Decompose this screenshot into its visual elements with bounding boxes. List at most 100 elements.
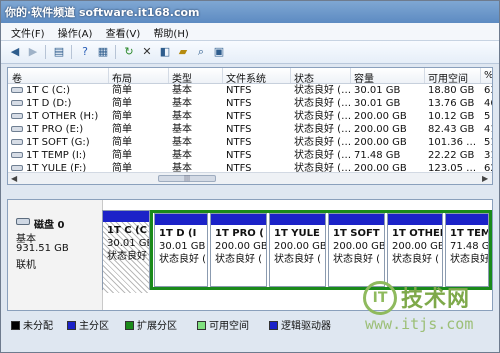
legend-primary: 主分区 <box>67 317 109 332</box>
table-row[interactable]: 1T YULE (F:) 简单 基本 NTFS 状态良好 (… 200.00 G… <box>8 162 492 172</box>
toolbar-separator <box>115 45 116 59</box>
table-row[interactable]: 1T TEMP (I:) 简单 基本 NTFS 状态良好 (… 71.48 GB… <box>8 149 492 162</box>
menu-action[interactable]: 操作(A) <box>58 25 93 40</box>
col-percent[interactable]: % <box>484 70 492 81</box>
swatch-icon <box>67 321 76 330</box>
column-divider[interactable] <box>350 68 351 83</box>
scrollbar-thumb[interactable]: ||| <box>158 175 216 182</box>
partition-label: 1T C (C <box>107 225 147 236</box>
legend-label: 主分区 <box>79 321 109 332</box>
partition-label: 1T D (I <box>159 228 197 239</box>
scroll-left-icon[interactable]: ◀ <box>11 174 17 183</box>
cell-type: 基本 <box>172 98 192 109</box>
help-icon[interactable]: ? <box>77 44 93 59</box>
partition-c[interactable]: 1T C (C 30.01 GB 状态良好 ( <box>102 210 150 293</box>
legend-label: 未分配 <box>23 321 53 332</box>
partition-body: 1T PRO ( 200.00 GB 状态良好 ( <box>211 225 266 268</box>
cell-capacity: 30.01 GB <box>354 85 401 96</box>
partition-label: 1T YULE <box>274 228 320 239</box>
col-type[interactable]: 类型 <box>172 70 192 85</box>
properties-icon[interactable]: ▦ <box>95 44 111 59</box>
column-divider[interactable] <box>168 68 169 83</box>
back-icon[interactable]: ◀ <box>7 44 23 59</box>
show-hide-console-tree-icon[interactable]: ▤ <box>51 44 67 59</box>
table-row[interactable]: 1T C (C:) 简单 基本 NTFS 状态良好 (… 30.01 GB 18… <box>8 84 492 97</box>
col-filesystem[interactable]: 文件系统 <box>226 70 266 85</box>
col-free-space[interactable]: 可用空间 <box>428 70 468 85</box>
partition-temp[interactable]: 1T TEMP 71.48 GB 状态良好 ( <box>445 213 489 287</box>
scroll-right-icon[interactable]: ▶ <box>482 174 488 183</box>
table-row[interactable]: 1T OTHER (H:) 简单 基本 NTFS 状态良好 (… 200.00 … <box>8 110 492 123</box>
legend-label: 扩展分区 <box>137 321 177 332</box>
cell-percent: 5 % <box>484 111 492 122</box>
partition-body: 1T D (I 30.01 GB 状态良好 ( <box>155 225 207 268</box>
swatch-icon <box>197 321 206 330</box>
disk-status: 联机 <box>16 260 36 271</box>
menu-bar: 文件(F) 操作(A) 查看(V) 帮助(H) <box>1 23 499 41</box>
toolbar-separator <box>71 45 72 59</box>
disk-icon <box>16 218 30 225</box>
view-icon[interactable]: ▣ <box>211 44 227 59</box>
column-divider[interactable] <box>108 68 109 83</box>
cell-free-space: 22.22 GB <box>428 150 475 161</box>
partition-pro[interactable]: 1T PRO ( 200.00 GB 状态良好 ( <box>210 213 267 287</box>
volume-icon <box>11 113 23 119</box>
partition-d[interactable]: 1T D (I 30.01 GB 状态良好 ( <box>154 213 208 287</box>
search-icon[interactable]: ⌕ <box>193 44 209 59</box>
horizontal-scrollbar[interactable]: ◀ ||| ▶ <box>8 172 492 184</box>
watermark-text: 技术网 <box>401 287 471 312</box>
cell-status: 状态良好 (… <box>294 124 352 135</box>
disk-management-window: 你的·软件频道 software.it168.com 文件(F) 操作(A) 查… <box>0 0 500 353</box>
partition-size: 71.48 GB <box>450 241 488 252</box>
watermark: IT 技术网 www.itjs.com <box>359 279 499 349</box>
forward-icon[interactable]: ▶ <box>25 44 41 59</box>
volume-list-header: 卷 布局 类型 文件系统 状态 容量 可用空间 % <box>8 68 492 85</box>
volume-icon <box>11 87 23 93</box>
col-volume[interactable]: 卷 <box>12 70 22 85</box>
connect-disk-icon[interactable]: ◧ <box>157 44 173 59</box>
disk-info[interactable]: 磁盘 0 基本 931.51 GB 联机 <box>8 200 103 310</box>
partition-soft[interactable]: 1T SOFT 200.00 GB 状态良好 ( <box>328 213 385 287</box>
cell-free-space: 101.36 … <box>428 137 477 148</box>
partition-yule[interactable]: 1T YULE 200.00 GB 状态良好 ( <box>269 213 326 287</box>
partition-other[interactable]: 1T OTHER 200.00 GB 状态良好 ( <box>387 213 443 287</box>
menu-file[interactable]: 文件(F) <box>11 25 45 40</box>
cell-volume: 1T YULE (F:) <box>26 163 87 172</box>
delete-icon[interactable]: ✕ <box>139 44 155 59</box>
partition-status: 状态良好 ( <box>159 254 207 265</box>
menu-view[interactable]: 查看(V) <box>106 25 141 40</box>
swatch-icon <box>269 321 278 330</box>
col-status[interactable]: 状态 <box>294 70 314 85</box>
menu-help[interactable]: 帮助(H) <box>153 25 188 40</box>
legend-label: 可用空间 <box>209 321 249 332</box>
col-capacity[interactable]: 容量 <box>354 70 374 85</box>
legend-extended: 扩展分区 <box>125 317 177 332</box>
table-row[interactable]: 1T D (D:) 简单 基本 NTFS 状态良好 (… 30.01 GB 13… <box>8 97 492 110</box>
legend-unallocated: 未分配 <box>11 317 53 332</box>
column-divider[interactable] <box>424 68 425 83</box>
table-row[interactable]: 1T PRO (E:) 简单 基本 NTFS 状态良好 (… 200.00 GB… <box>8 123 492 136</box>
partition-body: 1T TEMP 71.48 GB 状态良好 ( <box>446 225 488 268</box>
cell-filesystem: NTFS <box>226 137 252 148</box>
volume-icon <box>11 126 23 132</box>
column-divider[interactable] <box>222 68 223 83</box>
table-row[interactable]: 1T SOFT (G:) 简单 基本 NTFS 状态良好 (… 200.00 G… <box>8 136 492 149</box>
open-folder-icon[interactable]: ▰ <box>175 44 191 59</box>
column-divider[interactable] <box>480 68 481 83</box>
cell-volume: 1T SOFT (G:) <box>26 137 90 148</box>
cell-filesystem: NTFS <box>226 98 252 109</box>
partition-body: 1T OTHER 200.00 GB 状态良好 ( <box>388 225 442 268</box>
volume-icon <box>11 139 23 145</box>
partition-status: 状态良好 ( <box>392 254 440 265</box>
legend-free: 可用空间 <box>197 317 249 332</box>
col-layout[interactable]: 布局 <box>112 70 132 85</box>
partition-label: 1T TEMP <box>450 228 488 239</box>
cell-filesystem: NTFS <box>226 85 252 96</box>
column-divider[interactable] <box>290 68 291 83</box>
volume-icon <box>11 165 23 171</box>
refresh-icon[interactable]: ↻ <box>121 44 137 59</box>
cell-type: 基本 <box>172 150 192 161</box>
cell-volume: 1T C (C:) <box>26 85 70 96</box>
cell-status: 状态良好 (… <box>294 98 352 109</box>
partition-status: 状态良好 ( <box>450 254 488 265</box>
